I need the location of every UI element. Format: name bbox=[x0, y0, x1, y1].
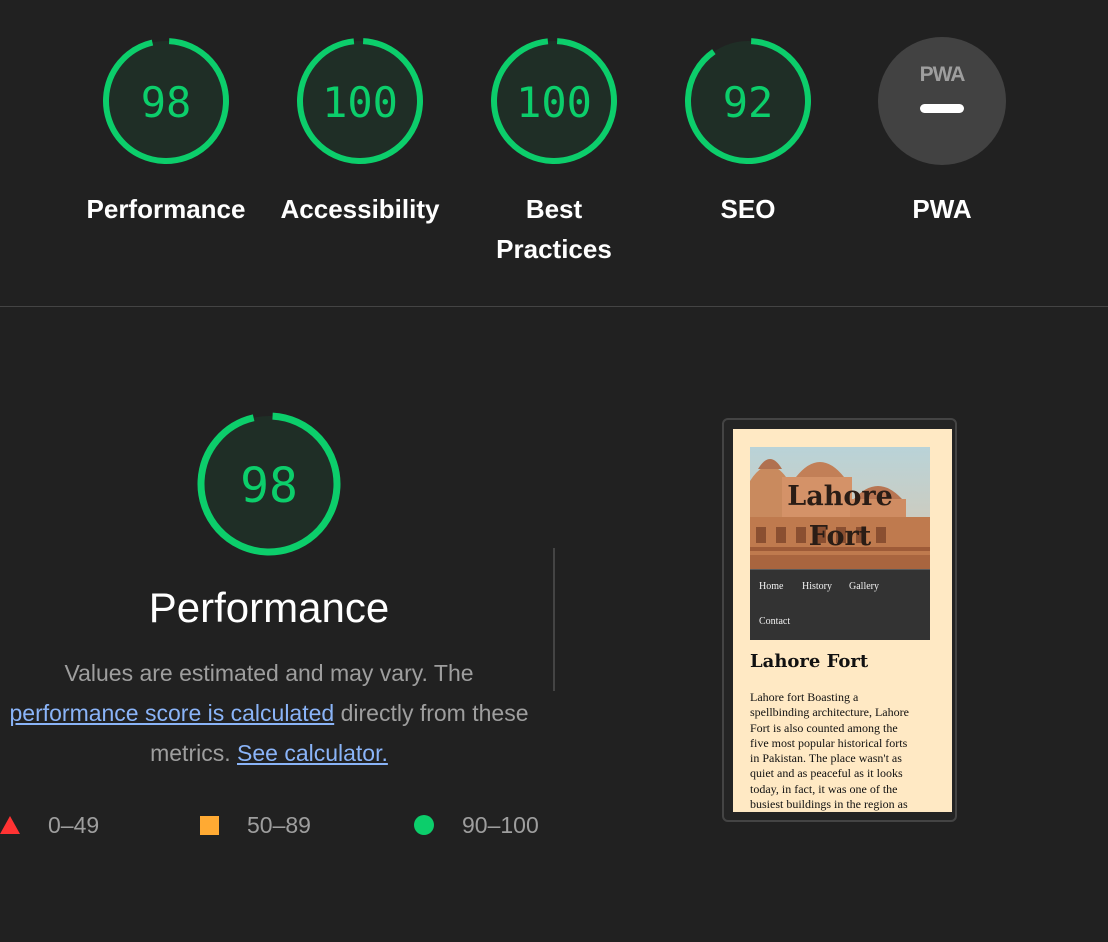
score-ring: 92 bbox=[685, 37, 811, 164]
gauge-label: Performance bbox=[86, 194, 246, 224]
legend-label: 90–100 bbox=[462, 811, 539, 838]
hero-title-line2: Fort bbox=[808, 521, 872, 552]
gauge-label: PWA bbox=[912, 194, 972, 224]
nav-history: History bbox=[802, 581, 832, 592]
gauge-pwa[interactable]: PWA PWA bbox=[852, 36, 1032, 229]
gauge-label: Accessibility bbox=[280, 194, 440, 224]
hero-title: Lahore Fort bbox=[750, 477, 930, 557]
score-ring: 100 bbox=[491, 37, 617, 164]
site-nav: Home History Gallery Contact bbox=[750, 569, 930, 640]
score-value: 98 bbox=[141, 78, 192, 127]
legend-label: 50–89 bbox=[247, 811, 311, 838]
site-heading: Lahore Fort bbox=[750, 651, 869, 672]
body-line: Fort is also counted among the bbox=[750, 720, 898, 735]
hero-image: Lahore Fort bbox=[750, 447, 930, 569]
score-value: 100 bbox=[322, 78, 398, 127]
score-ring: 98 bbox=[197, 412, 341, 556]
gauge-performance[interactable]: 98 Performance bbox=[76, 36, 256, 229]
hero-title-line1: Lahore bbox=[787, 481, 893, 512]
pwa-logo: PWA bbox=[920, 63, 966, 86]
body-line: Lahore fort Boasting a bbox=[750, 690, 859, 704]
gauge-label-line2: Practices bbox=[496, 234, 612, 264]
vertical-divider bbox=[553, 548, 555, 691]
score-value: 100 bbox=[516, 78, 592, 127]
pwa-circle bbox=[878, 37, 1006, 165]
pwa-dash-icon bbox=[920, 104, 964, 113]
body-line: today, in fact, it was one of the bbox=[750, 781, 898, 796]
body-line: in Pakistan. The place wasn't as bbox=[750, 751, 902, 766]
body-line: five most popular historical forts bbox=[750, 735, 908, 750]
gauge-label: Best Practices bbox=[464, 189, 644, 269]
score-value: 92 bbox=[723, 78, 774, 127]
score-ring: 98 bbox=[103, 37, 229, 164]
body-line: quiet and as peaceful as it looks bbox=[750, 766, 903, 781]
pwa-badge: PWA bbox=[878, 37, 1006, 165]
lighthouse-report: 98 Performance 100 Accessibility 100 Bes… bbox=[0, 0, 1108, 942]
score-value: 98 bbox=[240, 458, 298, 514]
gauge-label: SEO bbox=[720, 194, 776, 224]
gauge-label-line1: Best bbox=[525, 194, 583, 224]
performance-gauge-large: 98 bbox=[196, 411, 342, 562]
nav-home: Home bbox=[759, 581, 784, 592]
performance-description: Values are estimated and may vary. The p… bbox=[0, 653, 538, 773]
gauge-seo[interactable]: 92 SEO bbox=[658, 36, 838, 229]
pass-circle-icon bbox=[414, 815, 434, 835]
performance-title: Performance bbox=[148, 584, 390, 631]
section-divider bbox=[0, 306, 1108, 307]
score-ring: 100 bbox=[297, 37, 423, 164]
gauge-best-practices[interactable]: 100 Best Practices bbox=[464, 36, 644, 269]
nav-contact: Contact bbox=[759, 616, 791, 627]
legend-pass: 90–100 bbox=[414, 809, 539, 841]
legend-average: 50–89 bbox=[200, 809, 311, 841]
fail-triangle-icon bbox=[0, 816, 20, 834]
final-screenshot[interactable]: Lahore Fort Home History Gallery Contact… bbox=[722, 418, 957, 822]
page-screenshot: Lahore Fort Home History Gallery Contact… bbox=[733, 429, 952, 812]
desc-text-1: Values are estimated and may vary. The bbox=[64, 660, 474, 686]
site-body-text: Lahore fort Boasting a spellbinding arch… bbox=[750, 690, 932, 812]
nav-gallery: Gallery bbox=[849, 581, 879, 592]
average-square-icon bbox=[200, 815, 219, 835]
see-calculator-link[interactable]: See calculator. bbox=[237, 740, 388, 766]
legend-fail: 0–49 bbox=[0, 809, 99, 841]
body-line: spellbinding architecture, Lahore bbox=[750, 705, 909, 720]
gauge-accessibility[interactable]: 100 Accessibility bbox=[270, 36, 450, 229]
score-calculated-link[interactable]: performance score is calculated bbox=[9, 700, 334, 726]
legend-label: 0–49 bbox=[48, 811, 100, 838]
body-line: busiest buildings in the region as bbox=[750, 797, 908, 812]
